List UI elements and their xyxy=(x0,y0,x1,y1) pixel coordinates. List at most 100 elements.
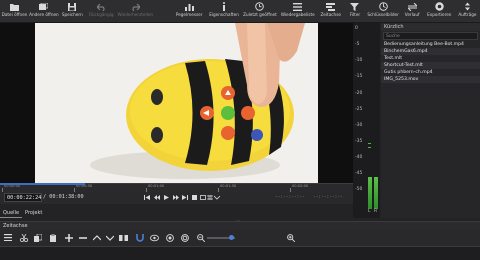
save-icon xyxy=(68,2,77,11)
undo-label: Rückgängig xyxy=(89,12,114,17)
play-icon[interactable] xyxy=(163,194,170,201)
ripple-icon[interactable] xyxy=(165,233,174,242)
meter-label: -45 xyxy=(355,171,363,176)
split-icon[interactable] xyxy=(119,233,128,242)
recent-title: Kürzlich xyxy=(381,23,480,31)
timeline-button[interactable]: Zeitachse xyxy=(317,0,344,22)
meter-bar-right xyxy=(374,177,378,209)
history-icon xyxy=(407,2,417,11)
scrub-icon[interactable] xyxy=(150,233,159,242)
video-frame[interactable] xyxy=(35,23,318,183)
skip-to-start-icon[interactable] xyxy=(143,194,150,201)
meter-label: -20 xyxy=(355,91,363,96)
filter-label: Filter xyxy=(349,12,361,17)
in-point-timecode: --:--:--:-- xyxy=(275,195,305,200)
timeline-label: Zeitachse xyxy=(320,12,341,17)
overwrite-icon[interactable] xyxy=(105,233,114,242)
current-timecode-field[interactable]: 00:00:22:24 xyxy=(4,193,42,202)
undo-button[interactable]: Rückgängig xyxy=(86,0,117,22)
fast-forward-icon[interactable] xyxy=(172,194,179,201)
bee-bot-video-image xyxy=(35,23,318,183)
meter-label: 0 xyxy=(355,26,358,31)
ruler-tick-label: 00:01:30 xyxy=(220,184,237,188)
lift-icon[interactable] xyxy=(92,233,101,242)
timeline-panel-title: Zeitachse xyxy=(0,221,480,230)
list-item[interactable]: Bedienungsanleitung Bee-Bot.mp4 xyxy=(381,41,480,48)
history-button[interactable]: Verlauf xyxy=(401,0,424,22)
timeline-tracks[interactable] xyxy=(0,246,480,260)
open-other-label: Andere öffnen xyxy=(29,12,59,17)
out-point-timecode: --:--:--:-- xyxy=(313,195,343,200)
list-item[interactable]: Shortcut-Test.mlt xyxy=(381,62,480,69)
playlist-button[interactable]: Wiedergabeliste xyxy=(278,0,317,22)
meter-label: -50 xyxy=(355,187,363,192)
recent-button[interactable]: Zuletzt geöffnet xyxy=(242,0,279,22)
grid-icon[interactable] xyxy=(206,194,213,201)
undo-icon xyxy=(96,2,106,11)
jobs-button[interactable]: Aufträge xyxy=(455,0,480,22)
player-panel xyxy=(0,23,353,183)
recent-panel: Kürzlich Suche Bedienungsanleitung Bee-B… xyxy=(381,23,480,218)
properties-icon xyxy=(220,2,229,11)
open-other-icon xyxy=(39,2,49,11)
cut-icon[interactable] xyxy=(19,233,28,242)
properties-label: Eigenschaften xyxy=(209,12,239,17)
stop-icon[interactable] xyxy=(191,194,198,201)
meter-label: -35 xyxy=(355,139,363,144)
snap-icon[interactable] xyxy=(135,233,144,242)
filter-button[interactable]: Filter xyxy=(344,0,365,22)
zoom-dropdown-icon[interactable] xyxy=(213,194,220,201)
meter-label: -10 xyxy=(355,58,363,63)
list-item[interactable]: IMG_5253.mov xyxy=(381,76,480,83)
ruler-tick-label: 00:02:00 xyxy=(292,184,309,188)
save-label: Speichern xyxy=(61,12,83,17)
level-meter-button[interactable]: Pegelmesser xyxy=(172,0,207,22)
keyframes-button[interactable]: Schlüsselbilder xyxy=(366,0,401,22)
keyframes-icon xyxy=(378,2,388,11)
export-label: Exportieren xyxy=(427,12,452,17)
redo-button[interactable]: Wiederherstellen xyxy=(117,0,154,22)
loop-icon[interactable] xyxy=(199,194,206,201)
export-icon xyxy=(435,2,444,11)
redo-icon xyxy=(131,2,140,11)
meter-label: -5 xyxy=(355,42,360,47)
copy-icon[interactable] xyxy=(33,233,42,242)
skip-to-end-icon[interactable] xyxy=(181,194,188,201)
audio-meter: 0 -5 -10 -15 -20 -25 -30 -35 -40 -45 -50… xyxy=(353,23,380,218)
playlist-label: Wiedergabeliste xyxy=(280,12,315,17)
zoom-in-icon[interactable] xyxy=(286,233,295,242)
meter-channel-l: L xyxy=(368,209,371,214)
paste-icon[interactable] xyxy=(48,233,57,242)
meter-label: -30 xyxy=(355,123,363,128)
zoom-out-icon[interactable] xyxy=(196,233,205,242)
tab-project[interactable]: Projekt xyxy=(22,208,45,218)
ruler-tick-label: 00:01:00 xyxy=(148,184,165,188)
recent-search-input[interactable]: Suche xyxy=(383,32,478,40)
folder-open-icon xyxy=(10,2,20,11)
jobs-icon xyxy=(463,2,472,11)
timeline-toolbar xyxy=(0,230,480,246)
open-file-label: Datei öffnen xyxy=(1,12,28,17)
tab-source[interactable]: Quelle xyxy=(0,208,23,218)
list-item[interactable]: BinchemGas6.mp4 xyxy=(381,48,480,55)
zoom-slider-handle[interactable] xyxy=(229,235,234,240)
open-file-button[interactable]: Datei öffnen xyxy=(0,0,29,22)
save-button[interactable]: Speichern xyxy=(59,0,86,22)
level-meter-icon xyxy=(184,2,194,11)
properties-button[interactable]: Eigenschaften xyxy=(207,0,242,22)
menu-icon[interactable] xyxy=(3,233,12,242)
open-other-button[interactable]: Andere öffnen xyxy=(29,0,59,22)
list-item[interactable]: Gutis phbern-ch.mp4 xyxy=(381,69,480,76)
ripple-all-tracks-icon[interactable] xyxy=(180,233,189,242)
keyframes-label: Schlüsselbilder xyxy=(367,12,399,17)
append-icon[interactable] xyxy=(64,233,73,242)
meter-label: -40 xyxy=(355,155,363,160)
remove-icon[interactable] xyxy=(78,233,87,242)
list-item[interactable]: Test.mlt xyxy=(381,55,480,62)
history-label: Verlauf xyxy=(404,12,420,17)
export-button[interactable]: Exportieren xyxy=(424,0,455,22)
timeline-icon xyxy=(326,2,336,11)
recent-label: Zuletzt geöffnet xyxy=(243,12,277,17)
rewind-icon[interactable] xyxy=(153,194,160,201)
meter-bar-left xyxy=(368,177,372,209)
